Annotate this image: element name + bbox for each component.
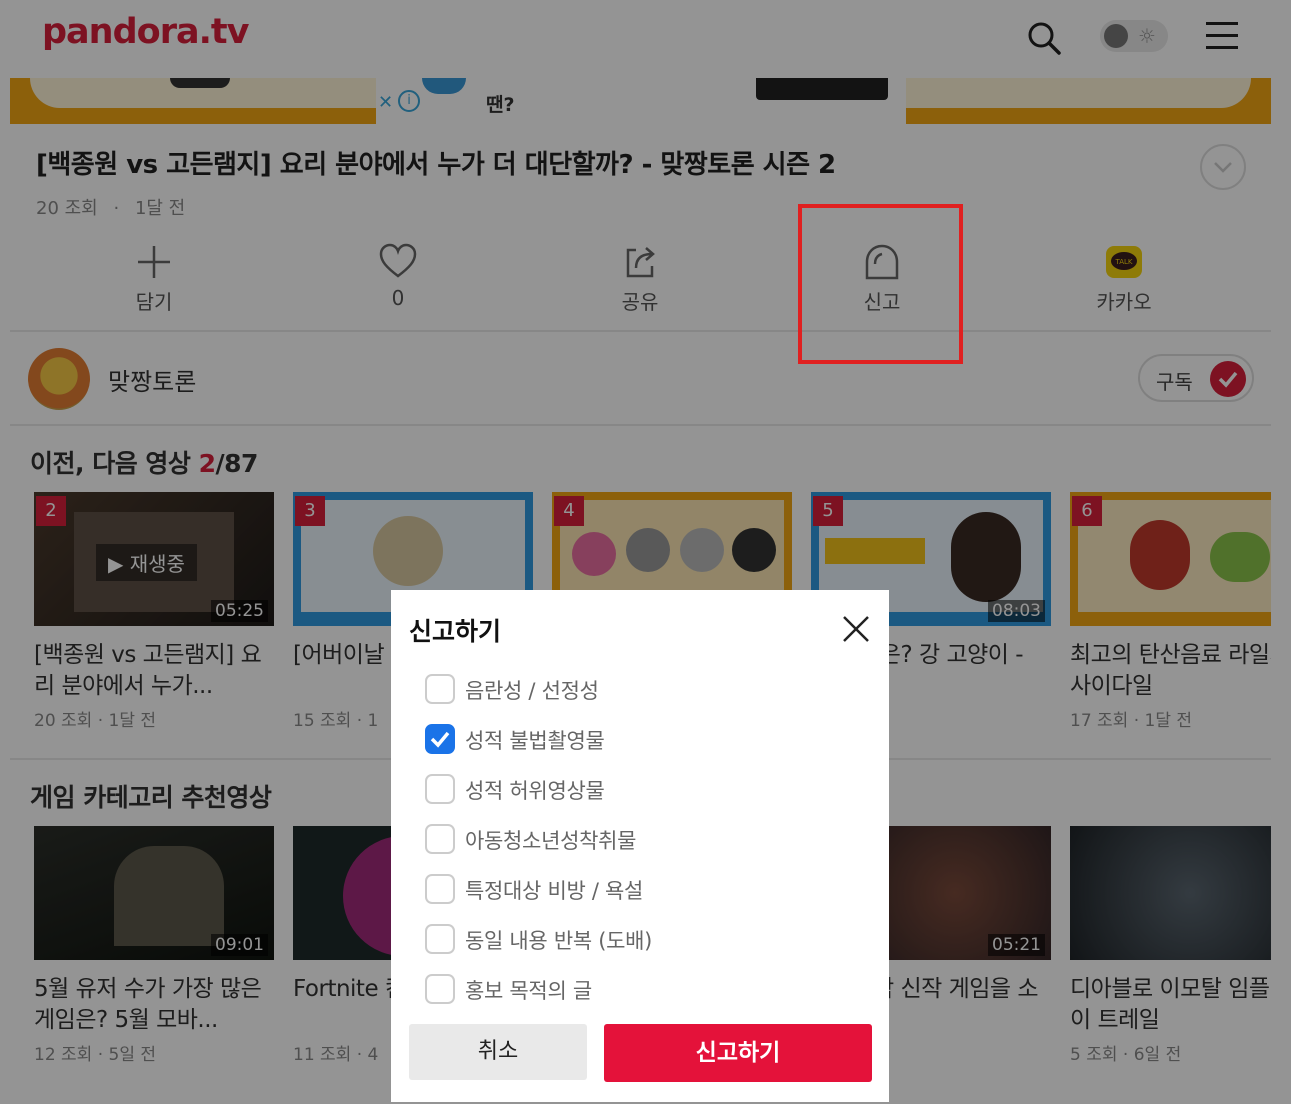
report-option-harassment[interactable]: 특정대상 비방 / 욕설 [425, 872, 865, 908]
report-dialog: 신고하기 음란성 / 선정성 성적 불법촬영물 성적 허위영상물 아동청소년성착… [391, 590, 889, 1102]
checkbox[interactable] [425, 674, 455, 704]
checkbox-checked[interactable] [425, 724, 455, 754]
dialog-title: 신고하기 [409, 617, 502, 646]
close-icon[interactable] [839, 612, 873, 646]
report-option-fake-video[interactable]: 성적 허위영상물 [425, 772, 865, 808]
checkbox[interactable] [425, 924, 455, 954]
checkbox[interactable] [425, 824, 455, 854]
checkbox[interactable] [425, 974, 455, 1004]
report-option-promotion[interactable]: 홍보 목적의 글 [425, 972, 865, 1008]
report-option-obscene[interactable]: 음란성 / 선정성 [425, 672, 865, 708]
checkbox[interactable] [425, 874, 455, 904]
checkmark-icon [430, 731, 450, 748]
report-option-spam[interactable]: 동일 내용 반복 (도배) [425, 922, 865, 958]
checkbox[interactable] [425, 774, 455, 804]
cancel-button[interactable]: 취소 [409, 1024, 587, 1080]
report-option-child-exploitation[interactable]: 아동청소년성착취물 [425, 822, 865, 858]
submit-report-button[interactable]: 신고하기 [604, 1024, 872, 1082]
report-option-illegal-filming[interactable]: 성적 불법촬영물 [425, 722, 865, 758]
report-highlight-box [798, 204, 963, 364]
